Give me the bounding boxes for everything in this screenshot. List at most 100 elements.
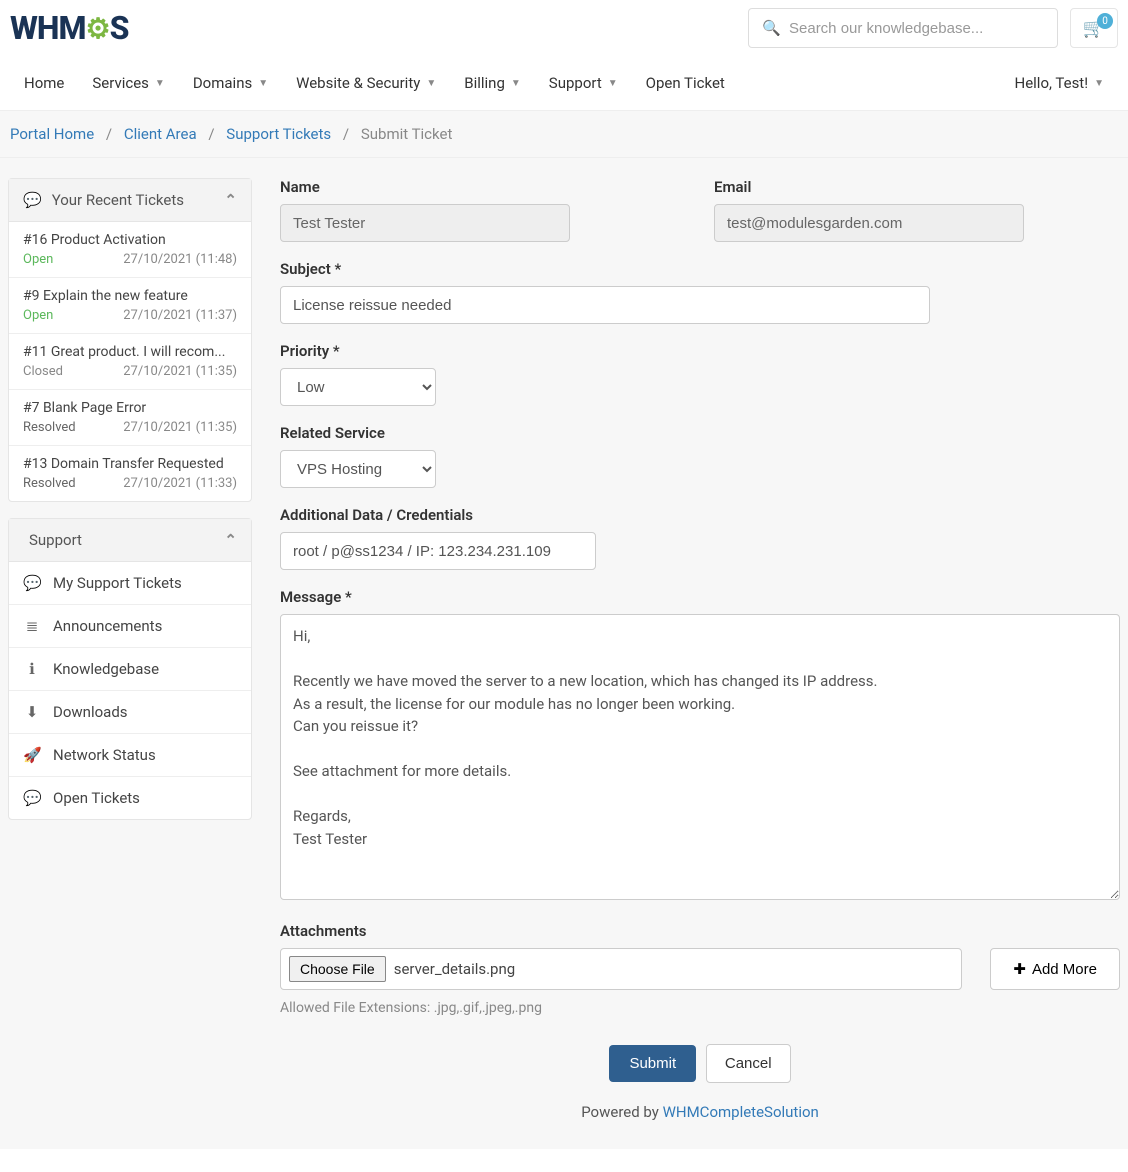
submit-button[interactable]: Submit: [609, 1045, 696, 1082]
support-item-label: Downloads: [53, 703, 128, 721]
ticket-title: #16 Product Activation: [23, 232, 237, 248]
file-input[interactable]: Choose File server_details.png: [280, 948, 962, 990]
breadcrumb-support-tickets[interactable]: Support Tickets: [226, 125, 331, 143]
footer: Powered by WHMCompleteSolution: [280, 1083, 1120, 1129]
support-item[interactable]: 💬Open Tickets: [9, 777, 251, 819]
support-panel: Support ⌃ 💬 My Support Tickets ≣Announceme…: [8, 518, 252, 820]
chevron-down-icon: ▼: [511, 78, 521, 89]
support-item-icon: ℹ: [23, 660, 41, 678]
nav-support-label: Support: [549, 74, 602, 92]
chat-icon: 💬: [23, 191, 42, 209]
recent-tickets-title: Your Recent Tickets: [52, 191, 184, 209]
breadcrumb-current: Submit Ticket: [361, 125, 453, 143]
breadcrumb: Portal Home / Client Area / Support Tick…: [0, 111, 1128, 158]
recent-tickets-header[interactable]: 💬 Your Recent Tickets ⌃: [9, 179, 251, 222]
ticket-item[interactable]: #9 Explain the new feature Open 27/10/2021…: [9, 278, 251, 334]
ticket-title: #9 Explain the new feature: [23, 288, 237, 304]
support-item-label: My Support Tickets: [53, 574, 182, 592]
chevron-up-icon: ⌃: [224, 531, 237, 549]
chevron-up-icon: ⌃: [224, 191, 237, 209]
ticket-status: Open: [23, 252, 53, 267]
support-panel-header[interactable]: Support ⌃: [9, 519, 251, 562]
credentials-label: Additional Data / Credentials: [280, 506, 1120, 524]
choose-file-button[interactable]: Choose File: [289, 956, 386, 982]
message-label: Message *: [280, 588, 1120, 606]
cart-badge: 0: [1097, 13, 1113, 29]
priority-select[interactable]: Low: [280, 368, 436, 406]
nav-services-label: Services: [92, 74, 149, 92]
support-panel-title: Support: [29, 531, 82, 549]
breadcrumb-portal-home[interactable]: Portal Home: [10, 125, 94, 143]
nav-website-label: Website & Security: [296, 74, 420, 92]
add-more-label: Add More: [1032, 961, 1097, 978]
cancel-button[interactable]: Cancel: [706, 1044, 791, 1083]
gear-icon: ⚙: [85, 12, 109, 45]
footer-prefix: Powered by: [581, 1103, 662, 1121]
logo-text-2: S: [110, 9, 129, 47]
nav-website-security[interactable]: Website & Security ▼: [282, 66, 450, 100]
chevron-down-icon: ▼: [1094, 78, 1104, 89]
support-item-label: Open Tickets: [53, 789, 140, 807]
ticket-status: Resolved: [23, 420, 76, 435]
subject-label: Subject *: [280, 260, 930, 278]
search-icon: 🔍: [762, 19, 781, 37]
attachments-label: Attachments: [280, 922, 1120, 940]
add-more-button[interactable]: ✚ Add More: [990, 948, 1120, 990]
email-field: [714, 204, 1024, 242]
ticket-title: #13 Domain Transfer Requested: [23, 456, 237, 472]
ticket-status: Closed: [23, 364, 63, 379]
chevron-down-icon: ▼: [426, 78, 436, 89]
ticket-date: 27/10/2021 (11:37): [123, 308, 237, 323]
related-service-select[interactable]: VPS Hosting: [280, 450, 436, 488]
ticket-title: #7 Blank Page Error: [23, 400, 237, 416]
support-item-label: Announcements: [53, 617, 162, 635]
file-name: server_details.png: [394, 960, 516, 978]
ticket-date: 27/10/2021 (11:35): [123, 420, 237, 435]
support-item[interactable]: 🚀 Network Status: [9, 734, 251, 777]
priority-label: Priority *: [280, 342, 1120, 360]
support-item-icon: ⬇: [23, 703, 41, 721]
plus-icon: ✚: [1013, 960, 1026, 978]
ticket-title: #11 Great product. I will recom...: [23, 344, 237, 360]
nav-services[interactable]: Services ▼: [78, 66, 178, 100]
logo[interactable]: WHM⚙S: [10, 9, 128, 47]
name-field: [280, 204, 570, 242]
credentials-input[interactable]: [280, 532, 596, 570]
nav-domains[interactable]: Domains▼: [179, 66, 282, 100]
email-label: Email: [714, 178, 1120, 196]
support-item-icon: 💬: [23, 574, 41, 592]
nav-billing[interactable]: Billing ▼: [450, 66, 535, 100]
breadcrumb-client-area[interactable]: Client Area: [124, 125, 197, 143]
message-textarea[interactable]: [280, 614, 1120, 900]
nav-support[interactable]: Support▼: [535, 66, 632, 100]
chevron-down-icon: ▼: [258, 78, 268, 89]
nav-billing-label: Billing: [464, 74, 505, 92]
support-item-label: Network Status: [53, 746, 156, 764]
file-hint: Allowed File Extensions: .jpg,.gif,.jpeg…: [280, 1000, 1120, 1016]
footer-link[interactable]: WHMCompleteSolution: [663, 1103, 819, 1121]
support-item[interactable]: 💬 My Support Tickets: [9, 562, 251, 605]
support-item-label: Knowledgebase: [53, 660, 159, 678]
recent-tickets-panel: 💬 Your Recent Tickets ⌃ #16 Product Acti…: [8, 178, 252, 502]
support-item-icon: 🚀: [23, 746, 41, 764]
ticket-date: 27/10/2021 (11:48): [123, 252, 237, 267]
support-item[interactable]: ℹ Knowledgebase: [9, 648, 251, 691]
ticket-status: Resolved: [23, 476, 76, 491]
ticket-status: Open: [23, 308, 53, 323]
related-service-label: Related Service: [280, 424, 1120, 442]
ticket-date: 27/10/2021 (11:35): [123, 364, 237, 379]
ticket-item[interactable]: #7 Blank Page Error Resolved 27/10/2021 (1…: [9, 390, 251, 446]
nav-hello-user[interactable]: Hello, Test! ▼: [1001, 66, 1119, 100]
subject-input[interactable]: [280, 286, 930, 324]
search-input[interactable]: [748, 8, 1058, 48]
support-item[interactable]: ⬇ Downloads: [9, 691, 251, 734]
ticket-item[interactable]: #13 Domain Transfer RequestedResolved27/…: [9, 446, 251, 501]
ticket-item[interactable]: #11 Great product. I will recom... Closed…: [9, 334, 251, 390]
cart-button[interactable]: 🛒 0: [1070, 8, 1118, 48]
nav-open-ticket[interactable]: Open Ticket: [632, 66, 739, 100]
nav-hello-label: Hello, Test!: [1015, 74, 1089, 92]
nav-home[interactable]: Home: [10, 66, 78, 100]
chevron-down-icon: ▼: [155, 78, 165, 89]
ticket-item[interactable]: #16 Product Activation Open 27/10/2021 (11…: [9, 222, 251, 278]
support-item[interactable]: ≣Announcements: [9, 605, 251, 648]
